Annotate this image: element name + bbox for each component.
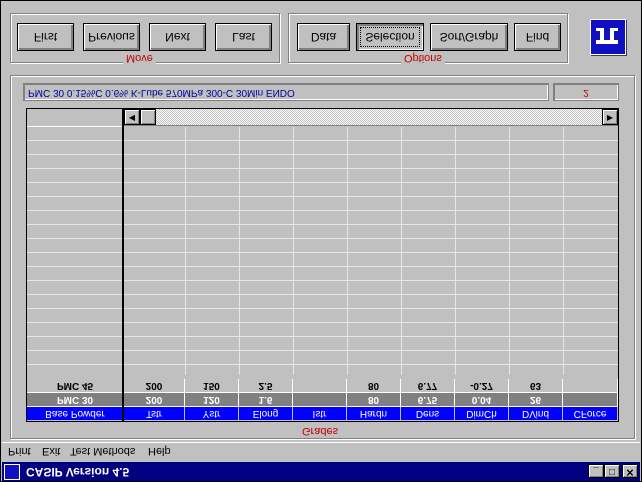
cell-tstr: 200 [124, 379, 185, 393]
data-button[interactable]: Data [297, 23, 350, 51]
cell-dvind: 26 [509, 393, 563, 407]
options-group: Data Selection Sort/Graph Find Options [288, 13, 568, 64]
column-header-hardn[interactable]: Hardn [347, 407, 401, 421]
menu-print[interactable]: Print [8, 445, 31, 457]
cell-tstr: 200 [124, 393, 185, 407]
grid-vline [509, 127, 510, 375]
cell-dens: 6.75 [401, 393, 455, 407]
cell-elong: 1.6 [239, 393, 293, 407]
cell-dens: 6.77 [401, 379, 455, 393]
move-group-label: Move [123, 52, 156, 64]
grid-vline [185, 127, 186, 375]
column-header-dimch[interactable]: DimCh [455, 407, 509, 421]
first-button[interactable]: First [17, 23, 74, 51]
move-group: First Previous Next Last Move [10, 13, 280, 64]
column-header-istr[interactable]: Istr [293, 407, 347, 421]
grid-vline [347, 127, 348, 375]
maximize-button[interactable]: □ [604, 464, 620, 478]
cell-elong: 2.5 [239, 379, 293, 393]
find-button[interactable]: Find [514, 23, 561, 51]
cell-hardn: 80 [347, 379, 401, 393]
column-header-dvind[interactable]: DVind [509, 407, 563, 421]
cell-dimch: -0.27 [455, 379, 509, 393]
column-header-tstr[interactable]: Tstr [124, 407, 185, 421]
table-row[interactable]: PMC 45 200 150 2.5 80 6.77 -0.27 63 [27, 379, 618, 393]
title-bar[interactable]: CASIP Version 4.5 _ □ ✕ [2, 462, 640, 481]
selection-button[interactable]: Selection [356, 23, 424, 51]
scroll-thumb[interactable] [140, 109, 156, 125]
grid-vline [455, 127, 456, 375]
column-header-cforce[interactable]: CForce [563, 407, 618, 421]
grid-vline [239, 127, 240, 375]
grade-description-field: PMC 30 0.15%C 0.6% K-Lube 570MPa 300-C 3… [23, 83, 549, 101]
grid-header-row: Base Powder Tstr Ystr Elong Istr Hardn D… [27, 407, 618, 421]
cell-base-powder: PMC 30 [27, 393, 124, 407]
sort-graph-button[interactable]: Sort/Graph [430, 23, 508, 51]
options-group-label: Options [401, 52, 445, 64]
cell-ystr: 150 [185, 379, 239, 393]
grid-empty-area [27, 127, 618, 375]
close-button[interactable]: ✕ [622, 464, 638, 478]
cell-hardn: 80 [347, 393, 401, 407]
column-header-ystr[interactable]: Ystr [185, 407, 239, 421]
menu-test-methods[interactable]: Test Methods [70, 445, 135, 457]
last-button[interactable]: Last [215, 23, 272, 51]
cell-ystr: 120 [185, 393, 239, 407]
column-header-base-powder[interactable]: Base Powder [27, 407, 124, 421]
casip-logo-icon [590, 19, 626, 55]
table-row-current[interactable]: PMC 30 200 120 1.6 80 6.75 0.04 26 [27, 393, 618, 407]
window-title: CASIP Version 4.5 [26, 464, 130, 479]
cell-cforce [563, 379, 618, 393]
menu-help[interactable]: Help [148, 445, 171, 457]
minimize-button[interactable]: _ [588, 464, 604, 478]
cell-dvind: 63 [509, 379, 563, 393]
menu-exit[interactable]: Exit [42, 445, 60, 457]
cell-istr [293, 379, 347, 393]
casip-window: First Previous Next Last Move Data Selec… [0, 0, 642, 482]
cell-istr [293, 393, 347, 407]
grades-grid[interactable]: ◀ ▶ PMC 45 200 150 2.5 80 6.77 -0.27 63 [26, 108, 619, 422]
grid-vline [563, 127, 564, 375]
fixed-column-separator [122, 109, 124, 421]
grid-vline [293, 127, 294, 375]
column-header-elong[interactable]: Elong [239, 407, 293, 421]
grid-corner [27, 109, 123, 127]
cell-base-powder: PMC 45 [27, 379, 124, 393]
app-icon[interactable] [4, 463, 20, 480]
previous-button[interactable]: Previous [83, 23, 140, 51]
column-header-dens[interactable]: Dens [401, 407, 455, 421]
grades-panel-label: Grades [299, 425, 342, 437]
horizontal-scrollbar[interactable]: ◀ ▶ [124, 109, 618, 126]
cell-cforce [563, 393, 618, 407]
cell-dimch: 0.04 [455, 393, 509, 407]
grid-vline [401, 127, 402, 375]
menu-bar: Print Exit Test Methods Help [2, 442, 640, 462]
scroll-right-icon[interactable]: ▶ [602, 109, 618, 125]
next-button[interactable]: Next [149, 23, 206, 51]
record-count-field: 2 [553, 83, 619, 101]
scroll-left-icon[interactable]: ◀ [124, 109, 140, 125]
